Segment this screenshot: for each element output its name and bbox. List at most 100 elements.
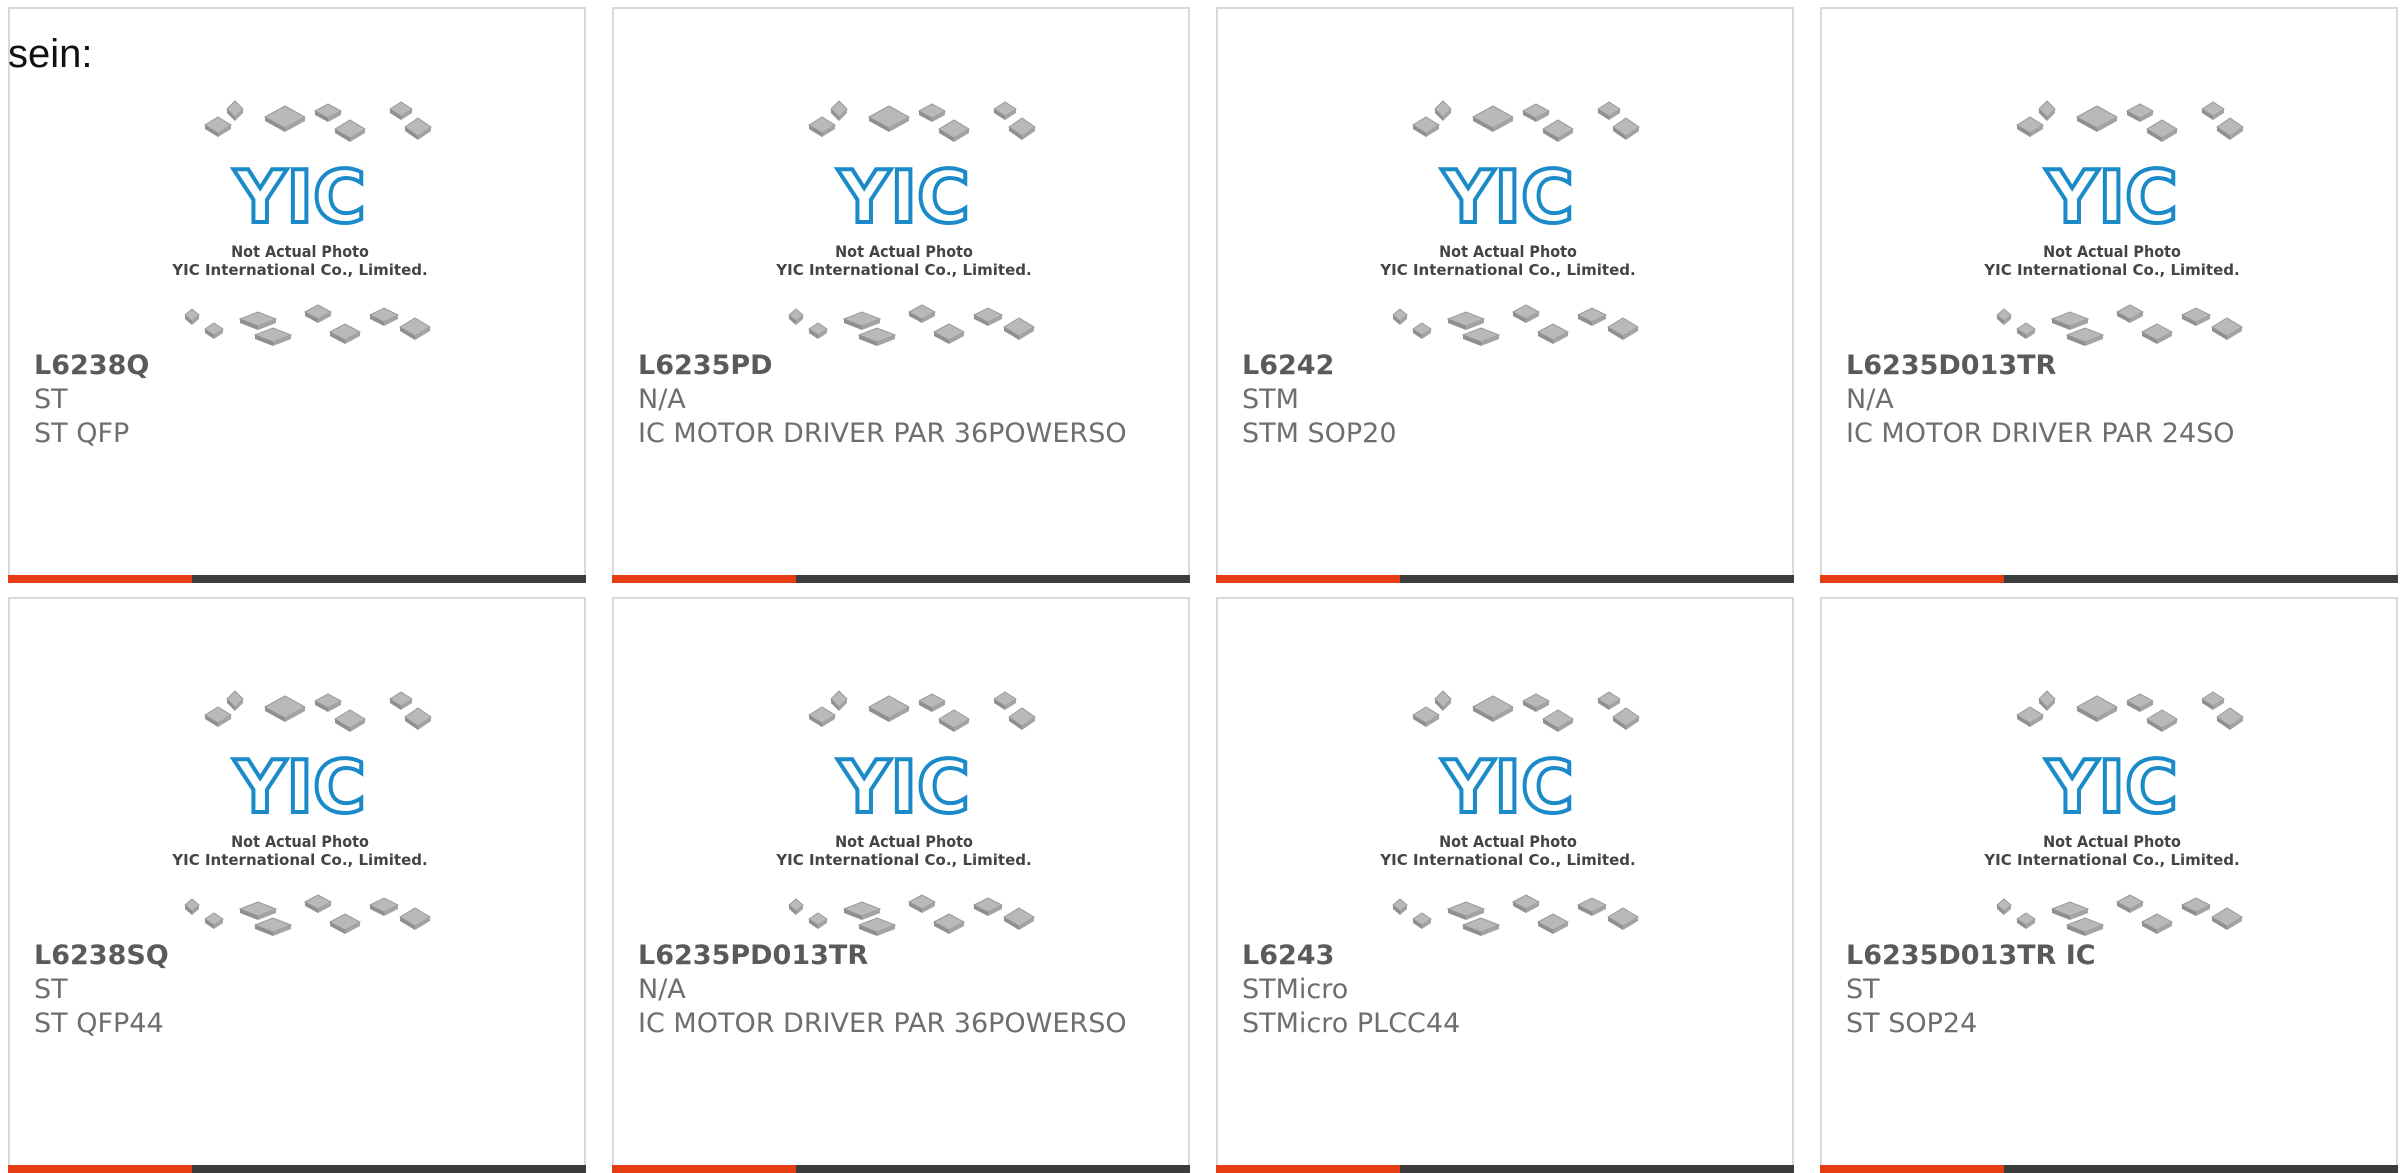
product-info: L6235PD N/A IC MOTOR DRIVER PAR 36POWERS… <box>638 349 1168 451</box>
chip-icon <box>1008 707 1036 730</box>
company-name-text: YIC International Co., Limited. <box>775 851 1031 869</box>
card-accent-bar <box>1216 1165 1400 1173</box>
chip-icon <box>1412 116 1440 137</box>
product-info: L6242 STM STM SOP20 <box>1242 349 1772 451</box>
chip-icon <box>368 897 400 916</box>
brand: STM <box>1242 384 1299 415</box>
chip-icon <box>788 308 804 325</box>
chip-icon <box>938 709 970 732</box>
part-number[interactable]: L6238SQ <box>34 939 564 973</box>
chip-icon <box>2146 119 2178 142</box>
chip-icon <box>867 695 911 722</box>
yic-logo: YIC <box>837 745 970 829</box>
chip-icon <box>857 327 897 346</box>
company-name-text: YIC International Co., Limited. <box>1983 261 2239 279</box>
chip-icon <box>404 707 432 730</box>
chip-icon <box>1003 907 1035 930</box>
chip-icon <box>2216 707 2244 730</box>
not-actual-photo-image: YIC Not Actual PhotoYIC International Co.… <box>775 100 1036 346</box>
product-card[interactable]: YIC Not Actual Photo YIC International Co.… <box>1216 7 1794 583</box>
description: STMicro PLCC44 <box>1242 1008 1461 1039</box>
product-card[interactable]: YIC Not Actual Photo YIC International Co.… <box>8 597 586 1173</box>
not-actual-photo-text: Not Actual Photo <box>2043 832 2181 851</box>
chip-icon <box>1446 311 1486 330</box>
chip-icon <box>993 101 1017 120</box>
product-info: L6235D013TR N/A IC MOTOR DRIVER PAR 24SO <box>1846 349 2376 451</box>
not-actual-photo-image: YIC Not Actual PhotoYIC International Co.… <box>171 100 432 346</box>
card-bottom-bar <box>1216 1165 1794 1173</box>
chip-icon <box>2201 101 2225 120</box>
chip-icon <box>1576 897 1608 916</box>
not-actual-photo-text: Not Actual Photo <box>231 832 369 851</box>
chip-icon <box>2038 100 2056 121</box>
product-card[interactable]: YIC Not Actual Photo YIC International Co.… <box>1820 7 2398 583</box>
company-name-text: YIC International Co., Limited. <box>1983 851 2239 869</box>
chip-icon <box>2065 917 2105 936</box>
part-number[interactable]: L6235PD <box>638 349 1168 383</box>
description: IC MOTOR DRIVER PAR 36POWERSO <box>638 1008 1127 1039</box>
chip-icon <box>389 691 413 710</box>
product-info: L6235PD013TR N/A IC MOTOR DRIVER PAR 36P… <box>638 939 1168 1041</box>
product-card[interactable]: YIC Not Actual Photo YIC International Co.… <box>1820 597 2398 1173</box>
chip-icon <box>184 898 200 915</box>
chip-icon <box>1521 693 1551 712</box>
part-number[interactable]: L6243 <box>1242 939 1772 973</box>
not-actual-photo-text: Not Actual Photo <box>1439 832 1577 851</box>
chip-icon <box>808 706 836 727</box>
chip-icon <box>204 322 224 339</box>
chip-icon <box>2016 116 2044 137</box>
chip-icon <box>1576 307 1608 326</box>
brand: N/A <box>638 974 686 1005</box>
part-number[interactable]: L6235PD013TR <box>638 939 1168 973</box>
chip-icon <box>226 100 244 121</box>
chip-icon <box>857 917 897 936</box>
not-actual-photo-image: YIC Not Actual PhotoYIC International Co.… <box>775 690 1036 936</box>
chip-icon <box>1392 898 1408 915</box>
product-card[interactable]: YIC Not Actual Photo YIC International Co.… <box>1216 597 1794 1173</box>
chip-icon <box>2180 307 2212 326</box>
part-number[interactable]: L6235D013TR IC <box>1846 939 2376 973</box>
card-accent-bar <box>612 1165 796 1173</box>
brand: N/A <box>1846 384 1894 415</box>
chip-icon <box>808 322 828 339</box>
chip-icon <box>1597 691 1621 710</box>
part-number[interactable]: L6242 <box>1242 349 1772 383</box>
description: STM SOP20 <box>1242 418 1397 449</box>
chip-icon <box>1434 100 1452 121</box>
yic-logo: YIC <box>2045 155 2178 239</box>
not-actual-photo-text: Not Actual Photo <box>835 832 973 851</box>
not-actual-photo-image: YIC Not Actual PhotoYIC International Co.… <box>171 690 432 936</box>
description: ST QFP44 <box>34 1008 164 1039</box>
part-number[interactable]: L6238Q <box>34 349 564 383</box>
chip-icon <box>1412 912 1432 929</box>
chip-icon <box>1446 901 1486 920</box>
chip-icon <box>1607 317 1639 340</box>
chip-icon <box>808 912 828 929</box>
chip-icon <box>2201 691 2225 710</box>
description: ST QFP <box>34 418 130 449</box>
chip-icon <box>404 117 432 140</box>
chip-icon <box>204 912 224 929</box>
yic-logo: YIC <box>1441 155 1574 239</box>
product-info: L6243 STMicro STMicro PLCC44 <box>1242 939 1772 1041</box>
part-number[interactable]: L6235D013TR <box>1846 349 2376 383</box>
product-card[interactable]: YIC Not Actual Photo YIC International Co.… <box>612 597 1190 1173</box>
description: IC MOTOR DRIVER PAR 24SO <box>1846 418 2235 449</box>
product-info: L6235D013TR IC ST ST SOP24 <box>1846 939 2376 1041</box>
chip-icon <box>1003 317 1035 340</box>
product-card[interactable]: YIC Not Actual Photo YIC International Co.… <box>8 7 586 583</box>
company-name-text: YIC International Co., Limited. <box>171 851 427 869</box>
product-card[interactable]: YIC Not Actual Photo YIC International Co.… <box>612 7 1190 583</box>
company-name-text: YIC International Co., Limited. <box>1379 851 1635 869</box>
description: IC MOTOR DRIVER PAR 36POWERSO <box>638 418 1127 449</box>
chip-icon <box>2038 690 2056 711</box>
chip-icon <box>867 105 911 132</box>
chip-icon <box>1612 707 1640 730</box>
chip-icon <box>1597 101 1621 120</box>
chip-icon <box>2211 907 2243 930</box>
company-name-text: YIC International Co., Limited. <box>1379 261 1635 279</box>
card-bottom-bar <box>1216 575 1794 583</box>
chip-icon <box>263 105 307 132</box>
chip-icon <box>1471 695 1515 722</box>
yic-logo: YIC <box>233 745 366 829</box>
